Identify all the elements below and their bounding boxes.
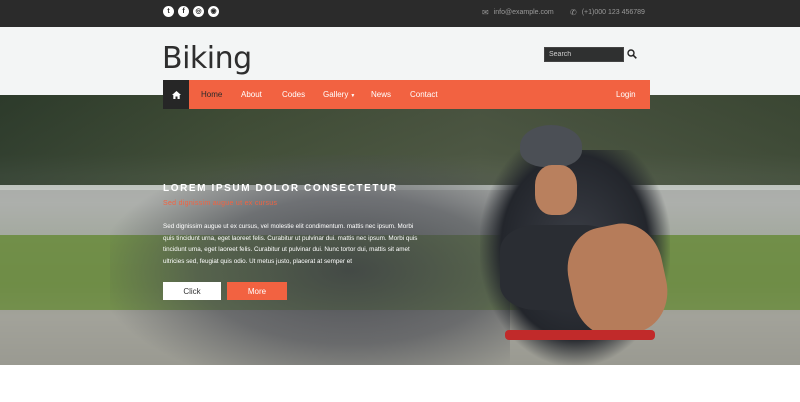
nav-item-contact[interactable]: Contact (410, 90, 438, 99)
hero-content: LOREM IPSUM DOLOR CONSECTETUR Sed dignis… (163, 183, 423, 267)
hero-text: Sed dignissim augue ut ex cursus, vel mo… (163, 223, 418, 265)
search-icon (627, 49, 637, 59)
search-input[interactable] (544, 47, 624, 62)
nav-item-about[interactable]: About (241, 90, 262, 99)
nav-item-login[interactable]: Login (616, 90, 636, 99)
contact-phone: ✆ (+1)000 123 456789 (570, 8, 645, 17)
nav-item-gallery[interactable]: Gallery ▼ (323, 90, 355, 99)
click-button[interactable]: Click (163, 282, 221, 300)
contact-email[interactable]: ✉ info@example.com (482, 8, 554, 17)
facebook-icon[interactable]: f (178, 6, 189, 17)
hero-buttons: Click More (163, 282, 287, 300)
gallery-label: Gallery (323, 90, 349, 99)
chevron-down-icon: ▼ (350, 93, 356, 99)
nav-item-home[interactable]: Home (201, 90, 222, 99)
main-nav: Home About Codes Gallery ▼ News Contact L… (163, 80, 650, 109)
top-bar: t f ◎ ◉ ✉ info@example.com ✆ (+1)000 123… (0, 0, 800, 27)
twitter-icon[interactable]: t (163, 6, 174, 17)
social-links: t f ◎ ◉ (163, 6, 219, 17)
email-text: info@example.com (493, 9, 554, 16)
bicycle (505, 330, 655, 340)
phone-text: (+1)000 123 456789 (581, 9, 645, 16)
hero-title: LOREM IPSUM DOLOR CONSECTETUR (163, 183, 398, 194)
site-logo[interactable]: Biking (162, 41, 252, 76)
nav-item-codes[interactable]: Codes (282, 90, 305, 99)
more-button[interactable]: More (227, 282, 287, 300)
phone-icon: ✆ (570, 8, 577, 17)
hero-subtitle: Sed dignissim augue ut ex cursus (163, 200, 278, 207)
helmet (520, 125, 582, 167)
search-button[interactable] (625, 46, 639, 62)
nav-item-news[interactable]: News (371, 90, 391, 99)
home-icon (171, 90, 181, 99)
home-button[interactable] (163, 80, 189, 109)
instagram-icon[interactable]: ◉ (208, 6, 219, 17)
dribbble-icon[interactable]: ◎ (193, 6, 204, 17)
envelope-icon: ✉ (482, 8, 489, 17)
